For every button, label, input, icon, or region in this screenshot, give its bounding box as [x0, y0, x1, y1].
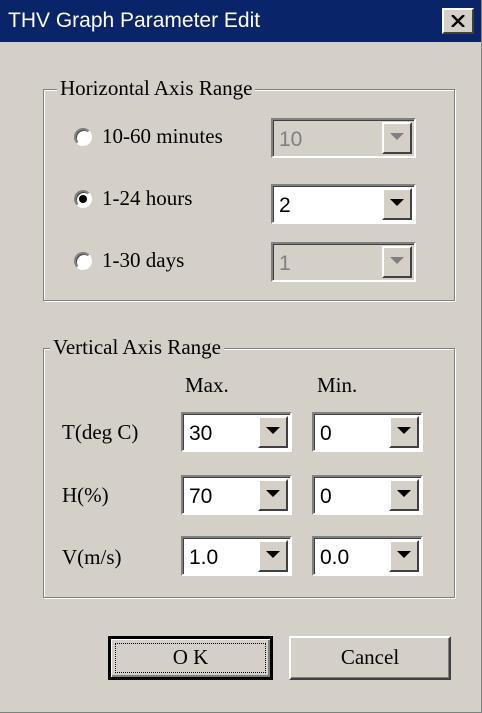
humidity-max-value: 70 — [189, 485, 213, 508]
temperature-min-arrow[interactable] — [389, 416, 419, 448]
days-combo-arrow — [382, 246, 412, 278]
chevron-down-icon — [390, 199, 404, 206]
temperature-max-value: 30 — [189, 422, 213, 445]
radio-hours-label: 1-24 hours — [102, 186, 193, 210]
chevron-down-icon — [390, 257, 404, 264]
wind-speed-min-combo[interactable]: 0.0 — [312, 536, 423, 576]
ok-button[interactable]: O K — [108, 636, 273, 680]
chevron-down-icon — [397, 490, 411, 497]
humidity-min-combo[interactable]: 0 — [312, 475, 423, 515]
chevron-down-icon — [266, 551, 280, 558]
cancel-button-label: Cancel — [340, 645, 400, 669]
hours-combo[interactable]: 2 — [271, 184, 416, 224]
chevron-down-icon — [266, 427, 280, 434]
temperature-max-arrow[interactable] — [258, 416, 288, 448]
radio-minutes-label: 10-60 minutes — [102, 124, 223, 148]
radio-days-button[interactable] — [74, 252, 92, 270]
focus-rectangle — [115, 643, 266, 673]
days-combo-value: 1 — [279, 252, 291, 275]
temperature-label: T(deg C) — [62, 420, 139, 444]
minutes-combo-arrow — [382, 122, 412, 154]
max-column-header: Max. — [185, 373, 229, 397]
wind-speed-label: V(m/s) — [62, 545, 122, 569]
temperature-max-combo[interactable]: 30 — [181, 412, 292, 452]
chevron-down-icon — [397, 551, 411, 558]
humidity-max-arrow[interactable] — [258, 479, 288, 511]
radio-hours-button[interactable] — [74, 190, 92, 208]
min-column-header: Min. — [317, 373, 358, 397]
chevron-down-icon — [397, 427, 411, 434]
temperature-min-combo[interactable]: 0 — [312, 412, 423, 452]
wind-speed-min-arrow[interactable] — [389, 540, 419, 572]
radio-minutes-button[interactable] — [74, 128, 92, 146]
wind-speed-max-combo[interactable]: 1.0 — [181, 536, 292, 576]
window-title: THV Graph Parameter Edit — [8, 9, 261, 32]
temperature-min-value: 0 — [320, 422, 332, 445]
hours-combo-arrow[interactable] — [382, 188, 412, 220]
cancel-button[interactable]: Cancel — [289, 636, 451, 680]
days-combo: 1 — [271, 242, 416, 282]
close-button[interactable] — [442, 8, 474, 34]
chevron-down-icon — [390, 133, 404, 140]
wind-speed-max-arrow[interactable] — [258, 540, 288, 572]
humidity-label: H(%) — [62, 483, 109, 507]
wind-speed-max-value: 1.0 — [189, 546, 219, 569]
vertical-axis-group-title: Vertical Axis Range — [50, 335, 224, 360]
minutes-combo: 10 — [271, 118, 416, 158]
humidity-min-value: 0 — [320, 485, 332, 508]
graph-parameter-dialog: THV Graph Parameter Edit Horizontal Axis… — [0, 0, 482, 713]
minutes-combo-value: 10 — [279, 128, 303, 151]
humidity-max-combo[interactable]: 70 — [181, 475, 292, 515]
hours-combo-value: 2 — [279, 194, 291, 217]
title-bar[interactable]: THV Graph Parameter Edit — [0, 0, 481, 42]
horizontal-axis-group-title: Horizontal Axis Range — [57, 76, 256, 101]
humidity-min-arrow[interactable] — [389, 479, 419, 511]
wind-speed-min-value: 0.0 — [320, 546, 350, 569]
chevron-down-icon — [266, 490, 280, 497]
close-icon — [451, 15, 465, 27]
radio-days-label: 1-30 days — [102, 248, 185, 272]
